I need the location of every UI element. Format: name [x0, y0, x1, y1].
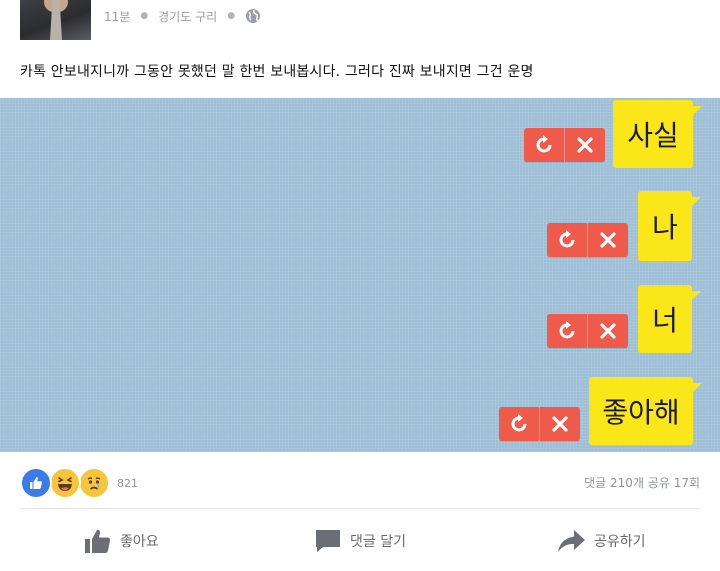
chat-message: 사실 [524, 100, 702, 168]
failed-send-controls [547, 314, 628, 348]
resend-button[interactable] [499, 407, 539, 441]
divider [20, 508, 700, 509]
post-text: 카톡 안보내지니까 그동안 못했던 말 한번 보내봅시다. 그러다 진짜 보내지… [20, 64, 534, 80]
resend-icon [559, 321, 575, 339]
post-meta: 11분 ● 경기도 구리 ● [104, 6, 261, 26]
share-arrow-icon [558, 530, 585, 552]
like-button[interactable]: 좋아요 [84, 528, 159, 554]
resend-icon [559, 230, 575, 248]
close-icon [600, 232, 616, 248]
message-bubble[interactable]: 사실 [613, 100, 702, 168]
thumbs-up-icon [85, 529, 111, 553]
reaction-count[interactable]: 821 [117, 477, 138, 490]
close-icon [552, 416, 568, 432]
delete-button[interactable] [539, 407, 580, 441]
reaction-summary[interactable]: 821 [20, 467, 138, 499]
action-bar: 좋아요 댓글 달기 공유하기 [0, 512, 720, 571]
avatar[interactable] [20, 0, 91, 40]
message-text: 사실 [627, 119, 679, 152]
chat-message: 좋아해 [499, 377, 702, 445]
message-bubble[interactable]: 나 [638, 191, 701, 261]
message-bubble[interactable]: 좋아해 [589, 377, 702, 445]
failed-send-controls [524, 128, 605, 162]
share-label: 공유하기 [594, 534, 646, 550]
comment-label: 댓글 달기 [350, 534, 406, 550]
delete-button[interactable] [564, 128, 605, 162]
message-text: 너 [652, 304, 678, 337]
sad-reaction-icon [78, 467, 110, 499]
chat-screenshot[interactable]: 사실 나 너 좋아해 [0, 98, 720, 452]
resend-button[interactable] [547, 314, 587, 348]
message-text: 좋아해 [602, 396, 680, 429]
chat-message: 나 [547, 191, 701, 261]
resend-button[interactable] [547, 223, 587, 257]
comment-share-stats[interactable]: 댓글 210개 공유 17회 [584, 474, 700, 491]
chat-message: 너 [547, 285, 701, 353]
resend-button[interactable] [524, 128, 564, 162]
message-text: 나 [652, 211, 678, 244]
comment-button[interactable]: 댓글 달기 [314, 528, 406, 554]
post-time[interactable]: 11분 [104, 8, 130, 25]
separator-dot: ● [227, 11, 236, 21]
close-icon [600, 323, 616, 339]
haha-reaction-icon [49, 467, 81, 499]
failed-send-controls [547, 223, 628, 257]
like-reaction-icon [20, 467, 52, 499]
close-icon [577, 137, 593, 153]
resend-icon [511, 414, 527, 432]
delete-button[interactable] [587, 314, 628, 348]
post-header: 11분 ● 경기도 구리 ● [0, 0, 720, 44]
post-location[interactable]: 경기도 구리 [158, 8, 217, 25]
resend-icon [536, 135, 552, 153]
separator-dot: ● [140, 11, 149, 21]
globe-icon[interactable] [245, 8, 261, 24]
message-bubble[interactable]: 너 [638, 285, 701, 353]
like-label: 좋아요 [120, 534, 159, 550]
failed-send-controls [499, 407, 580, 441]
delete-button[interactable] [587, 223, 628, 257]
comment-icon [316, 530, 340, 552]
share-button[interactable]: 공유하기 [556, 528, 646, 554]
